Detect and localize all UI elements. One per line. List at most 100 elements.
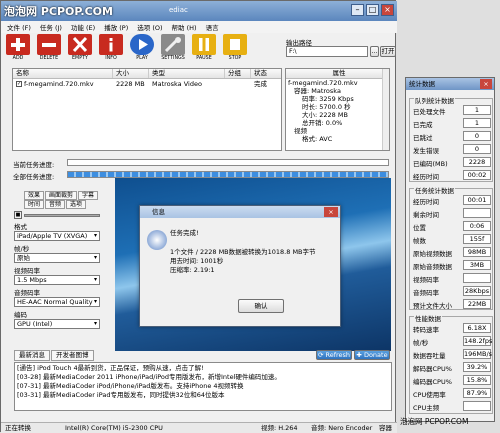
stat-row: 编码器CPU% 15.8%: [413, 375, 491, 386]
tab-crop[interactable]: 画面裁剪: [45, 191, 78, 200]
settings-panel: 效果 画面裁剪 字幕 时间 音频 选项 ■ 格式 iPad/Apple TV (…: [14, 191, 109, 346]
close-button[interactable]: ×: [381, 4, 394, 16]
play-label: PLAY: [136, 56, 148, 61]
tab-audio[interactable]: 音频: [45, 200, 66, 209]
stat-row: 发生错误 0: [413, 144, 491, 155]
news-item[interactable]: [03-31] 最新MediaCoder iPad专用版发布，同时提供32位和6…: [17, 391, 389, 400]
delete-button[interactable]: DELETE: [35, 34, 63, 64]
info-icon: [147, 230, 167, 250]
open-button[interactable]: 打开: [380, 46, 396, 57]
stat-row: 原始音频数据 3MB: [413, 260, 491, 271]
news-item[interactable]: [03-28] 最新MediaCoder 2011 iPhone/iPad/iP…: [17, 373, 389, 382]
prop-file: f-megamind.720.mkv: [288, 79, 358, 87]
stat-row: 帧/秒 148.2fps: [413, 336, 493, 347]
menu-options[interactable]: 选项 (O): [137, 22, 162, 32]
news-panel: 最新消息 开发者图博 ⟳ Refresh ✚ Donate [通告] iPod …: [14, 350, 392, 422]
properties-title: 属性: [332, 69, 346, 77]
tab-dev-blog[interactable]: 开发者图博: [51, 350, 94, 361]
watermark-bottom: 泡泡网 PCPOP.COM: [400, 417, 469, 426]
prop-format: 格式: AVC: [302, 135, 333, 143]
stats-close-button[interactable]: ×: [480, 79, 492, 89]
menu-language[interactable]: 语言: [206, 22, 219, 32]
output-path-input[interactable]: F:\: [286, 46, 368, 57]
dialog-close-button[interactable]: ×: [324, 207, 338, 217]
total-progress-label: 全部任务进度:: [13, 173, 55, 181]
play-button[interactable]: PLAY: [128, 34, 156, 64]
col-group[interactable]: 分组: [225, 69, 251, 78]
encode-select[interactable]: GPU (Intel): [14, 319, 100, 329]
stat-row: 解码器CPU% 39.2%: [413, 362, 491, 373]
stat-row: 已跳过 0: [413, 131, 491, 142]
stat-row: 已处理文件 1: [413, 105, 491, 116]
task-stats-group: 任务统计数据 经历时间 00:01 剩余时间 位置 0:06 帧数 155f 原始视频…: [409, 185, 493, 310]
refresh-button[interactable]: ⟳ Refresh: [316, 350, 352, 360]
prop-container: 容器: Matroska: [294, 87, 341, 95]
menu-file[interactable]: 文件 (F): [7, 22, 31, 32]
donate-button[interactable]: ✚ Donate: [354, 350, 390, 360]
stat-row: 预计文件大小 22MB: [413, 299, 491, 310]
stop-label: STOP: [228, 56, 242, 61]
minimize-button[interactable]: –: [351, 4, 364, 16]
dialog-title: 信息: [140, 206, 340, 218]
stat-row: 原始视频数据 98MB: [413, 247, 491, 258]
prop-bitrate: 码率: 3259 Kbps: [302, 95, 354, 103]
col-name[interactable]: 名称: [13, 69, 113, 78]
status-bar: 正在转换 Intel(R) Core(TM) i5-2300 CPU 视频: H…: [1, 422, 397, 433]
file-type: Matroska Video: [152, 80, 202, 88]
pause-button[interactable]: PAUSE: [190, 34, 218, 64]
tab-options[interactable]: 选项: [66, 200, 87, 209]
settings-label: SETTINGS: [161, 56, 185, 61]
news-item[interactable]: [通告] iPod Touch 4最新到货，正品保证，预购从速，点击了解!: [17, 364, 389, 373]
stat-row: 音频码率 28Kbps: [413, 286, 491, 297]
properties-scrollbar[interactable]: [382, 69, 389, 150]
news-list: [通告] iPod Touch 4最新到货，正品保证，预购从速，点击了解! [0…: [14, 362, 392, 411]
file-group: [225, 79, 251, 89]
stat-row: 经历时间 00:01: [413, 195, 491, 206]
settings-button[interactable]: SETTINGS: [159, 34, 187, 64]
refresh-icon: ⟳: [317, 351, 324, 359]
prop-overhead: 总开销: 0.0%: [302, 119, 343, 127]
menu-bar: 文件 (F) 任务 (J) 功能 (E) 播放 (P) 选项 (O) 帮助 (H…: [1, 21, 397, 33]
seek-slider[interactable]: [24, 213, 100, 217]
col-type[interactable]: 类型: [149, 69, 225, 78]
stop-icon: [223, 34, 247, 55]
menu-help[interactable]: 帮助 (H): [172, 22, 197, 32]
dialog-ok-button[interactable]: 确认: [238, 299, 284, 313]
stat-row: 转码速率 6.18X: [413, 323, 491, 334]
stat-row: 已编码(MB) 2228: [413, 157, 491, 168]
menu-play[interactable]: 播放 (P): [104, 22, 128, 32]
add-button[interactable]: ADD: [4, 34, 32, 64]
tab-latest-news[interactable]: 最新消息: [14, 350, 50, 361]
col-status[interactable]: 状态: [251, 69, 281, 78]
audio-bitrate-select[interactable]: HE-AAC Normal Quality: [14, 297, 100, 307]
tab-effects[interactable]: 效果: [24, 191, 45, 200]
perf-stats-group: 性能数据 转码速率 6.18X 帧/秒 148.2fps 数据吞吐量 196MB/s …: [409, 313, 493, 414]
file-row[interactable]: ✓ f-megamind.720.mkv 2228 MB Matroska Vi…: [13, 79, 281, 89]
window-title: ediac: [169, 6, 188, 14]
tab-time[interactable]: 时间: [24, 200, 45, 209]
menu-function[interactable]: 功能 (E): [71, 22, 95, 32]
current-progress-bar: [67, 159, 389, 166]
browse-button[interactable]: ...: [370, 46, 379, 57]
settings-tabs-row1: 效果 画面裁剪 字幕: [24, 191, 109, 200]
framerate-label: 帧/秒: [14, 245, 30, 253]
video-bitrate-select[interactable]: 1.5 Mbps: [14, 275, 100, 285]
file-checkbox[interactable]: ✓: [16, 81, 22, 87]
info-button[interactable]: INFO: [97, 34, 125, 64]
video-bitrate-label: 视频码率: [14, 267, 40, 275]
dialog-heading: 任务完成!: [170, 229, 199, 237]
empty-button[interactable]: EMPTY: [66, 34, 94, 64]
watermark-top: 泡泡网 PCPOP.COM: [4, 5, 113, 18]
news-item[interactable]: [07-31] 最新MediaCoder iPod/iPhone/iPad版发布…: [17, 382, 389, 391]
empty-label: EMPTY: [72, 56, 88, 61]
col-size[interactable]: 大小: [113, 69, 149, 78]
task-stats-title: 任务统计数据: [414, 185, 455, 195]
menu-task[interactable]: 任务 (J): [40, 22, 62, 32]
stop-button[interactable]: STOP: [221, 34, 249, 64]
pause-label: PAUSE: [196, 56, 212, 61]
format-select[interactable]: iPad/Apple TV (XVGA): [14, 231, 100, 241]
play-small-icon[interactable]: ■: [14, 211, 22, 219]
framerate-select[interactable]: 原始: [14, 253, 100, 263]
maximize-button[interactable]: □: [366, 4, 379, 16]
tab-subtitle[interactable]: 字幕: [78, 191, 99, 200]
